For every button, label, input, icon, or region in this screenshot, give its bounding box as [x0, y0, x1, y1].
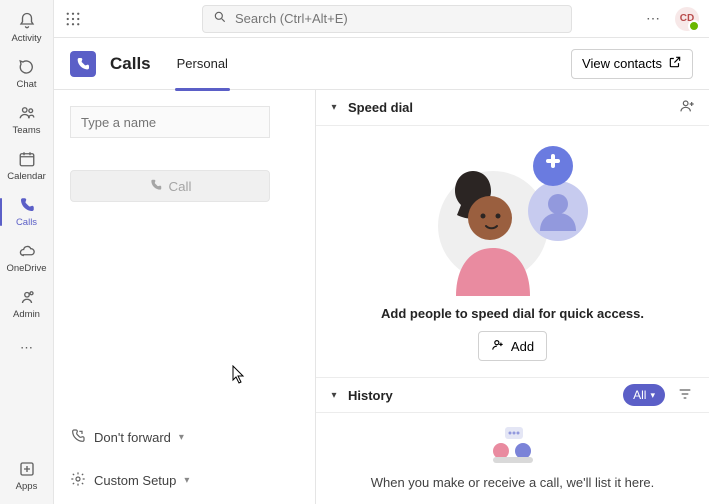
forward-icon — [70, 428, 86, 447]
history-illustration — [483, 425, 543, 465]
collapse-toggle-icon[interactable]: ▾ — [328, 390, 340, 401]
dial-panel: Call Don't forward ▾ Custom Setup ▾ — [54, 90, 316, 504]
chevron-down-icon: ▾ — [184, 475, 189, 486]
phone-icon — [149, 178, 163, 195]
rail-label: OneDrive — [6, 263, 46, 274]
tab-personal[interactable]: Personal — [175, 38, 230, 90]
type-name-input[interactable] — [70, 106, 270, 138]
add-label: Add — [511, 339, 534, 354]
calendar-icon — [17, 149, 37, 169]
more-icon[interactable]: ⋯ — [642, 6, 665, 31]
history-filter-all[interactable]: All ▾ — [623, 384, 665, 406]
custom-setup-label: Custom Setup — [94, 473, 176, 488]
view-contacts-button[interactable]: View contacts — [571, 49, 693, 79]
speed-dial-illustration — [418, 136, 608, 296]
rail-label: Teams — [13, 125, 41, 136]
search-box[interactable] — [202, 5, 572, 33]
chat-icon — [17, 57, 37, 77]
person-add-icon — [491, 338, 505, 355]
call-label: Call — [169, 179, 192, 194]
rail-label: Calls — [16, 217, 37, 228]
history-empty-text: When you make or receive a call, we'll l… — [371, 475, 655, 490]
rail-calls[interactable]: Calls — [0, 190, 54, 234]
add-contact-icon[interactable] — [677, 96, 697, 119]
gear-icon — [70, 471, 86, 490]
popout-icon — [668, 55, 682, 72]
rail-label: Activity — [11, 33, 41, 44]
rail-label: Calendar — [7, 171, 46, 182]
filter-icon[interactable] — [673, 386, 697, 405]
more-rail-icon[interactable]: ⋯ — [17, 338, 37, 358]
custom-setup[interactable]: Custom Setup ▾ — [70, 465, 299, 496]
speed-dial-title: Speed dial — [348, 100, 669, 115]
rail-teams[interactable]: Teams — [0, 98, 54, 142]
cloud-icon — [17, 241, 37, 261]
rail-onedrive[interactable]: OneDrive — [0, 236, 54, 280]
rail-admin[interactable]: Admin — [0, 282, 54, 326]
rail-calendar[interactable]: Calendar — [0, 144, 54, 188]
page-header: Calls Personal View contacts — [54, 38, 709, 90]
chevron-down-icon: ▾ — [650, 390, 655, 401]
bell-icon — [17, 11, 37, 31]
filter-all-label: All — [633, 388, 646, 402]
apps-icon — [17, 459, 37, 479]
user-avatar[interactable]: CD — [675, 7, 699, 31]
rail-label: Admin — [13, 309, 40, 320]
app-rail: Activity Chat Teams Calendar Calls OneDr… — [0, 0, 54, 504]
rail-activity[interactable]: Activity — [0, 6, 54, 50]
rail-chat[interactable]: Chat — [0, 52, 54, 96]
search-icon — [213, 10, 227, 27]
rail-label: Apps — [16, 481, 38, 492]
page-title: Calls — [110, 54, 151, 74]
add-speed-dial-button[interactable]: Add — [478, 331, 547, 361]
call-button[interactable]: Call — [70, 170, 270, 202]
rail-label: Chat — [16, 79, 36, 90]
forward-setting[interactable]: Don't forward ▾ — [70, 422, 299, 453]
phone-icon — [17, 195, 37, 215]
admin-icon — [17, 287, 37, 307]
people-icon — [17, 103, 37, 123]
collapse-toggle-icon[interactable]: ▾ — [328, 102, 340, 113]
chevron-down-icon: ▾ — [179, 432, 184, 443]
forward-label: Don't forward — [94, 430, 171, 445]
speed-dial-prompt: Add people to speed dial for quick acces… — [381, 306, 644, 321]
view-contacts-label: View contacts — [582, 56, 662, 71]
history-title: History — [348, 388, 615, 403]
waffle-icon[interactable] — [64, 10, 82, 28]
speed-dial-header: ▾ Speed dial — [316, 90, 709, 126]
history-header: ▾ History All ▾ — [316, 377, 709, 413]
rail-apps[interactable]: Apps — [0, 454, 54, 498]
topbar: ⋯ CD — [54, 0, 709, 38]
search-input[interactable] — [235, 11, 561, 26]
calls-title-icon — [70, 51, 96, 77]
